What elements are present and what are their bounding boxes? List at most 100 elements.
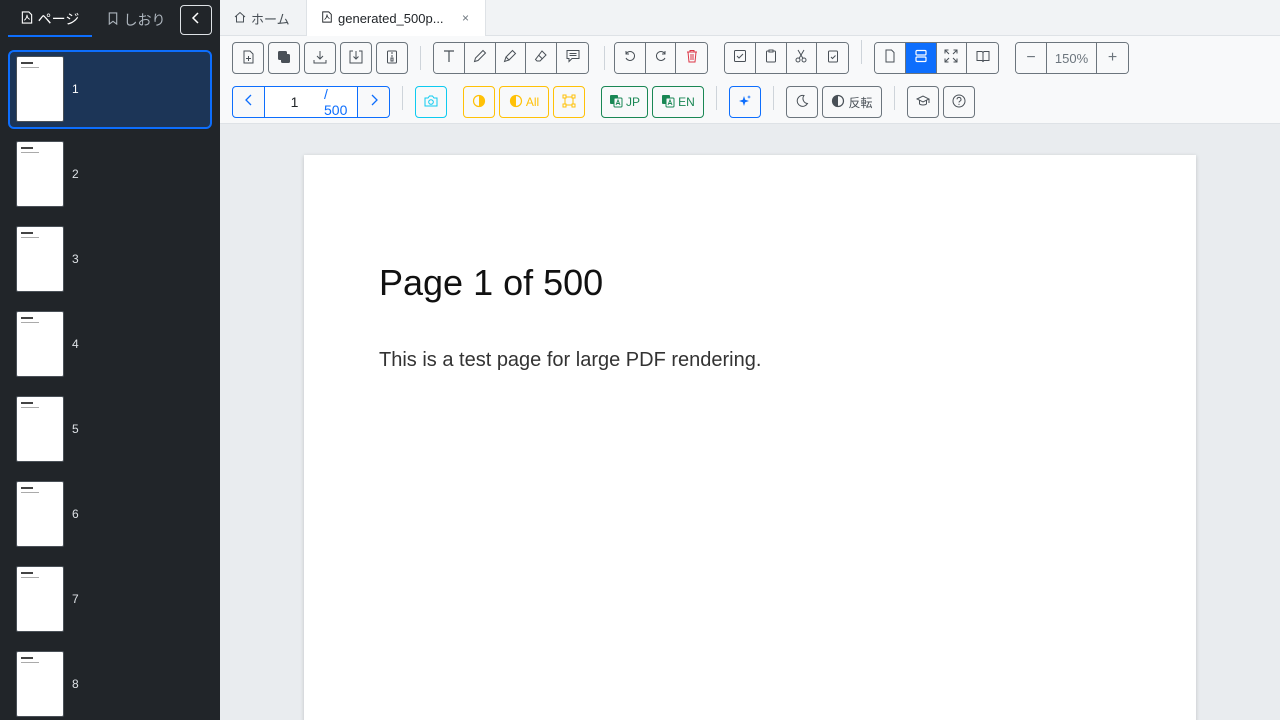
- tab-home-label: ホーム: [251, 11, 290, 27]
- bounding-box-button[interactable]: [553, 86, 585, 118]
- rotate-left-button[interactable]: [615, 43, 646, 73]
- rotate-right-icon: [654, 49, 668, 68]
- pen-tool-button[interactable]: [464, 43, 496, 73]
- chevron-left-icon: [244, 93, 254, 111]
- files-icon: [277, 50, 291, 67]
- thumbnail-preview: [16, 566, 64, 632]
- download-icon: [313, 50, 327, 67]
- pen-icon: [473, 49, 487, 68]
- tab-home[interactable]: ホーム: [220, 0, 306, 36]
- toolbar-separator: [861, 40, 862, 64]
- pdf-page: Page 1 of 500 This is a test page for la…: [304, 155, 1196, 720]
- translate-icon: [661, 94, 675, 111]
- dark-mode-button[interactable]: [786, 86, 818, 118]
- next-page-button[interactable]: [358, 87, 389, 117]
- paste-button[interactable]: [817, 43, 848, 73]
- half-circle-icon: [831, 94, 845, 111]
- trash-icon: [685, 49, 699, 68]
- screenshot-button[interactable]: [415, 86, 447, 118]
- new-file-button[interactable]: [232, 42, 264, 74]
- invert-button[interactable]: 反転: [822, 86, 882, 118]
- zoom-out-button[interactable]: −: [1016, 43, 1047, 73]
- toolbar: − 150% + / 500 All JP EN 反転: [220, 36, 1280, 124]
- minus-icon: −: [1026, 49, 1036, 66]
- collapse-sidebar-button[interactable]: [180, 5, 212, 35]
- help-button[interactable]: [943, 86, 975, 118]
- compress-button[interactable]: [376, 42, 408, 74]
- question-circle-icon: [952, 94, 966, 111]
- ai-assist-button[interactable]: [729, 86, 761, 118]
- book-view-button[interactable]: [967, 43, 998, 73]
- download-button[interactable]: [304, 42, 336, 74]
- rotate-right-button[interactable]: [645, 43, 677, 73]
- thumbnail-item[interactable]: 6: [8, 475, 212, 554]
- invert-label: 反転: [848, 95, 873, 110]
- single-page-view-button[interactable]: [875, 43, 906, 73]
- toolbar-separator: [402, 86, 403, 110]
- toolbar-separator: [716, 86, 717, 110]
- comment-icon: [566, 49, 580, 68]
- save-button[interactable]: [340, 42, 372, 74]
- contrast-button[interactable]: [463, 86, 495, 118]
- tab-pages[interactable]: ページ: [8, 3, 92, 37]
- single-page-icon: [883, 49, 897, 68]
- copy-icon: [764, 49, 778, 68]
- thumbnail-item[interactable]: 1: [8, 50, 212, 129]
- zoom-in-button[interactable]: +: [1097, 43, 1128, 73]
- bookmark-icon: [107, 12, 119, 28]
- file-pdf-icon: [321, 11, 333, 26]
- thumbnail-number: 3: [72, 252, 79, 266]
- page-number-input[interactable]: [264, 87, 324, 117]
- fullscreen-button[interactable]: [936, 43, 968, 73]
- chevron-right-icon: [369, 93, 379, 111]
- translate-jp-label: JP: [625, 95, 640, 109]
- rotate-left-icon: [623, 49, 637, 68]
- thumbnail-item[interactable]: 2: [8, 135, 212, 214]
- tab-document[interactable]: generated_500p... ×: [306, 0, 486, 37]
- book-view-icon: [976, 49, 990, 68]
- select-button[interactable]: [725, 43, 756, 73]
- previous-page-button[interactable]: [233, 87, 264, 117]
- clipboard-tools: [724, 42, 849, 74]
- delete-page-button[interactable]: [676, 43, 707, 73]
- toolbar-separator: [420, 46, 421, 70]
- thumbnail-number: 8: [72, 677, 79, 691]
- plus-icon: +: [1107, 49, 1118, 66]
- translate-en-label: EN: [678, 95, 695, 109]
- eraser-icon: [534, 49, 548, 68]
- tutorial-button[interactable]: [907, 86, 939, 118]
- pdf-viewer[interactable]: Page 1 of 500 This is a test page for la…: [220, 125, 1280, 720]
- duplicate-button[interactable]: [268, 42, 300, 74]
- select-icon: [733, 49, 747, 68]
- thumbnail-item[interactable]: 5: [8, 390, 212, 469]
- translate-jp-button[interactable]: JP: [601, 86, 648, 118]
- thumbnail-item[interactable]: 3: [8, 220, 212, 299]
- thumbnail-preview: [16, 141, 64, 207]
- view-mode-tools: [874, 42, 999, 74]
- highlighter-tool-button[interactable]: [495, 43, 527, 73]
- continuous-view-button[interactable]: [905, 43, 937, 73]
- eraser-tool-button[interactable]: [526, 43, 558, 73]
- moon-icon: [795, 94, 809, 111]
- page-heading: Page 1 of 500: [379, 262, 604, 303]
- close-tab-button[interactable]: ×: [462, 11, 469, 25]
- cut-button[interactable]: [786, 43, 818, 73]
- thumbnail-number: 6: [72, 507, 79, 521]
- contrast-all-label: All: [525, 95, 540, 109]
- tab-bookmarks[interactable]: しおり: [96, 3, 176, 37]
- thumbnail-preview: [16, 226, 64, 292]
- translate-en-button[interactable]: EN: [652, 86, 704, 118]
- fullscreen-icon: [944, 49, 958, 68]
- text-tool-button[interactable]: [434, 43, 465, 73]
- toolbar-separator: [894, 86, 895, 110]
- thumbnail-number: 7: [72, 592, 79, 606]
- copy-button[interactable]: [755, 43, 787, 73]
- thumbnail-item[interactable]: 8: [8, 645, 212, 720]
- document-tab-bar: ホーム generated_500p... ×: [220, 0, 1280, 37]
- thumbnail-item[interactable]: 7: [8, 560, 212, 639]
- contrast-all-button[interactable]: All: [499, 86, 549, 118]
- thumbnail-number: 2: [72, 167, 79, 181]
- thumbnail-item[interactable]: 4: [8, 305, 212, 384]
- file-plus-icon: [241, 50, 255, 67]
- comment-tool-button[interactable]: [557, 43, 588, 73]
